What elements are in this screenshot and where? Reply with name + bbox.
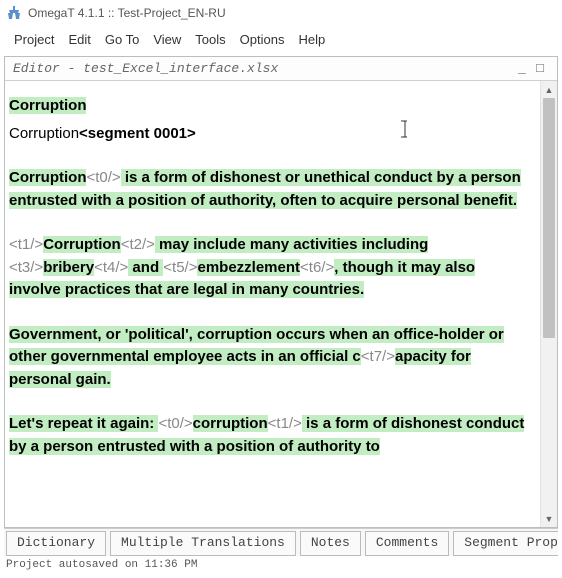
menu-view[interactable]: View [147,30,187,49]
tab-notes[interactable]: Notes [300,531,361,556]
tag-t1b: <t1/> [268,415,302,432]
scroll-thumb[interactable] [543,98,555,338]
tag-t1: <t1/> [9,236,43,253]
tag-t4: <t4/> [94,259,128,276]
segment-1-source: Corruption [9,95,528,118]
menu-help[interactable]: Help [292,30,331,49]
tab-comments[interactable]: Comments [365,531,449,556]
statusbar: Project autosaved on 11:36 PM [0,556,562,578]
editor-header: Editor - test_Excel_interface.xlsx _ □ [5,57,557,81]
tag-t5: <t5/> [163,259,197,276]
menu-tools[interactable]: Tools [189,30,231,49]
menu-project[interactable]: Project [8,30,60,49]
editor-panel: Editor - test_Excel_interface.xlsx _ □ C… [4,56,558,528]
segment-marker: <segment 0001> [79,125,196,142]
status-text: Project autosaved on 11:36 PM [6,559,197,571]
segment-1-target[interactable]: Corruption<segment 0001> [9,120,528,146]
scroll-up-icon[interactable]: ▲ [541,81,557,98]
editor-title: Editor - test_Excel_interface.xlsx [13,61,513,76]
tag-t0b: <t0/> [158,415,192,432]
menu-edit[interactable]: Edit [62,30,96,49]
titlebar: OmegaT 4.1.1 :: Test-Project_EN-RU [0,0,562,26]
text-cursor-icon [400,120,410,138]
vertical-scrollbar[interactable]: ▲ ▼ [540,81,557,527]
tab-multiple-translations[interactable]: Multiple Translations [110,531,296,556]
tag-t0: <t0/> [86,169,120,186]
source-text: Corruption [9,97,86,114]
bottom-tabs: Dictionary Multiple Translations Notes C… [4,528,558,556]
tag-t3: <t3/> [9,259,43,276]
segment-4: Government, or 'political', corruption o… [9,324,528,392]
menu-goto[interactable]: Go To [99,30,145,49]
menubar: Project Edit Go To View Tools Options He… [0,26,562,52]
app-icon [6,5,22,21]
minimize-button[interactable]: _ [513,61,531,76]
scroll-down-icon[interactable]: ▼ [541,510,557,527]
editor-body[interactable]: Corruption Corruption<segment 0001> Corr… [5,81,540,527]
menu-options[interactable]: Options [234,30,291,49]
target-text: Corruption [9,125,79,142]
tab-dictionary[interactable]: Dictionary [6,531,106,556]
segment-5: Let's repeat it again: <t0/>corruption<t… [9,413,528,458]
tag-t6: <t6/> [300,259,334,276]
window-title: OmegaT 4.1.1 :: Test-Project_EN-RU [28,6,226,20]
tag-t7: <t7/> [361,348,395,365]
tag-t2: <t2/> [121,236,155,253]
segment-2: Corruption<t0/> is a form of dishonest o… [9,167,528,212]
maximize-button[interactable]: □ [531,61,549,76]
main-content: Editor - test_Excel_interface.xlsx _ □ C… [0,52,562,556]
tab-segment-properties[interactable]: Segment Proper [453,531,558,556]
segment-3: <t1/>Corruption<t2/> may include many ac… [9,234,528,302]
